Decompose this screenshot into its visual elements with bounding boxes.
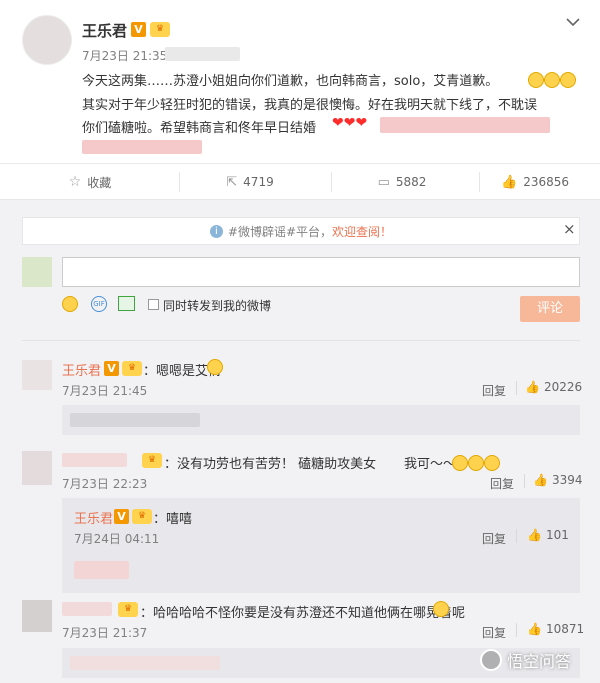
comment-like-button[interactable]: 👍 10871 (527, 622, 584, 636)
like-button[interactable]: 👍 236856 (470, 165, 600, 199)
comment-text: ：哈哈哈哈不怪你要是没有苏澄还不知道他俩在哪晃着呢 (140, 606, 466, 621)
post-author-name[interactable]: 王乐君 (82, 20, 127, 41)
emoji-sad-icon (207, 359, 223, 375)
comment-time: 7月23日 21:45 (62, 384, 148, 398)
verified-badge-icon: V (104, 361, 119, 376)
notice-bar: i #微博辟谣#平台， 欢迎查阅！ (22, 217, 580, 245)
vip-badge-icon: ♛ (118, 602, 138, 617)
comment-text-2: 我可～～ (404, 457, 457, 472)
thumbs-up-icon: 👍 (501, 174, 518, 190)
comment-text: ：嘻嘻 (153, 512, 193, 527)
favorite-button[interactable]: ☆ 收藏 (20, 165, 160, 199)
submit-comment-button[interactable]: 评论 (520, 296, 580, 322)
nested-reply-redacted (74, 561, 129, 579)
comment-author[interactable]: 王乐君 (62, 360, 101, 379)
thumbs-up-icon: 👍 (525, 380, 540, 394)
comment-time: 7月23日 21:37 (62, 626, 148, 640)
comment-author-redacted[interactable] (62, 453, 127, 467)
gif-icon[interactable]: GIF (91, 296, 107, 312)
dropdown-chevron-icon[interactable] (565, 14, 581, 30)
emoji-laugh-icon (452, 452, 500, 471)
thumbs-up-icon: 👍 (527, 622, 542, 636)
image-icon[interactable] (118, 296, 135, 311)
repost-icon: ⇱ (226, 174, 238, 190)
post-text-line2: 其实对于年少轻狂时犯的错误，我真的是很懊悔。好在我明天就下线了，不耽误 (82, 98, 538, 113)
comment-like-button[interactable]: 👍 20226 (525, 380, 582, 394)
comment-text: ：没有功劳也有苦劳！ 磕糖助攻美女 (164, 457, 377, 472)
close-icon[interactable]: × (563, 220, 576, 238)
post-source-redacted (165, 47, 240, 61)
comment-like-button[interactable]: 👍 3394 (533, 473, 583, 487)
emoji-icon[interactable] (62, 296, 78, 312)
comment-avatar[interactable] (22, 451, 52, 485)
reply-button[interactable]: 回复 (482, 382, 506, 399)
star-icon: ☆ (68, 174, 82, 190)
comment-avatar[interactable] (22, 600, 52, 632)
thumbs-up-icon: 👍 (527, 528, 542, 542)
reply-button[interactable]: 回复 (482, 530, 506, 547)
vip-badge-icon: ♛ (142, 453, 162, 468)
repost-checkbox[interactable] (148, 299, 159, 310)
notice-link[interactable]: 欢迎查阅！ (332, 223, 392, 240)
comment-icon: ▭ (377, 174, 390, 190)
repost-checkbox-label: 同时转发到我的微博 (163, 299, 272, 313)
watermark-logo: 悟空问答 (480, 648, 571, 672)
emoji-hug-icon (433, 601, 449, 617)
thumbs-up-icon: 👍 (533, 473, 548, 487)
post-author-avatar[interactable] (22, 15, 72, 65)
post-text-line3: 你们磕糖啦。希望韩商言和佟年早日结婚 (82, 121, 317, 136)
comment-time: 7月23日 22:23 (62, 477, 148, 491)
comment-author[interactable]: 王乐君 (74, 508, 113, 527)
vip-badge-icon: ♛ (132, 509, 152, 524)
verified-badge-icon: V (114, 509, 129, 524)
vip-badge-icon: ♛ (150, 22, 170, 37)
post-time[interactable]: 7月23日 21:35 (82, 47, 167, 64)
reply-button[interactable]: 回复 (482, 624, 506, 641)
emoji-sad-icon (528, 69, 576, 88)
watermark-icon (480, 649, 502, 671)
post-text-line1: 今天这两集……苏澄小姐姐向你们道歉，也向韩商言，solo，艾青道歉。 (82, 74, 499, 89)
post-text-redacted-2 (82, 140, 202, 154)
comment-like-button[interactable]: 👍 101 (527, 528, 569, 542)
comment-avatar[interactable] (22, 360, 52, 390)
reply-button[interactable]: 回复 (490, 475, 514, 492)
verified-badge-icon: V (131, 22, 146, 37)
comment-author-redacted[interactable] (62, 602, 112, 616)
comment-button[interactable]: ▭ 5882 (332, 165, 472, 199)
post-text-redacted (380, 117, 550, 133)
reply-preview-redacted (62, 405, 580, 435)
vip-badge-icon: ♛ (122, 361, 142, 376)
comment-time: 7月24日 04:11 (74, 532, 160, 546)
user-avatar (22, 257, 52, 287)
info-icon: i (209, 224, 223, 238)
notice-text: #微博辟谣#平台， (227, 224, 333, 239)
heart-icon: ❤❤❤ (332, 115, 368, 131)
comment-input[interactable] (62, 257, 580, 287)
repost-button[interactable]: ⇱ 4719 (180, 165, 320, 199)
